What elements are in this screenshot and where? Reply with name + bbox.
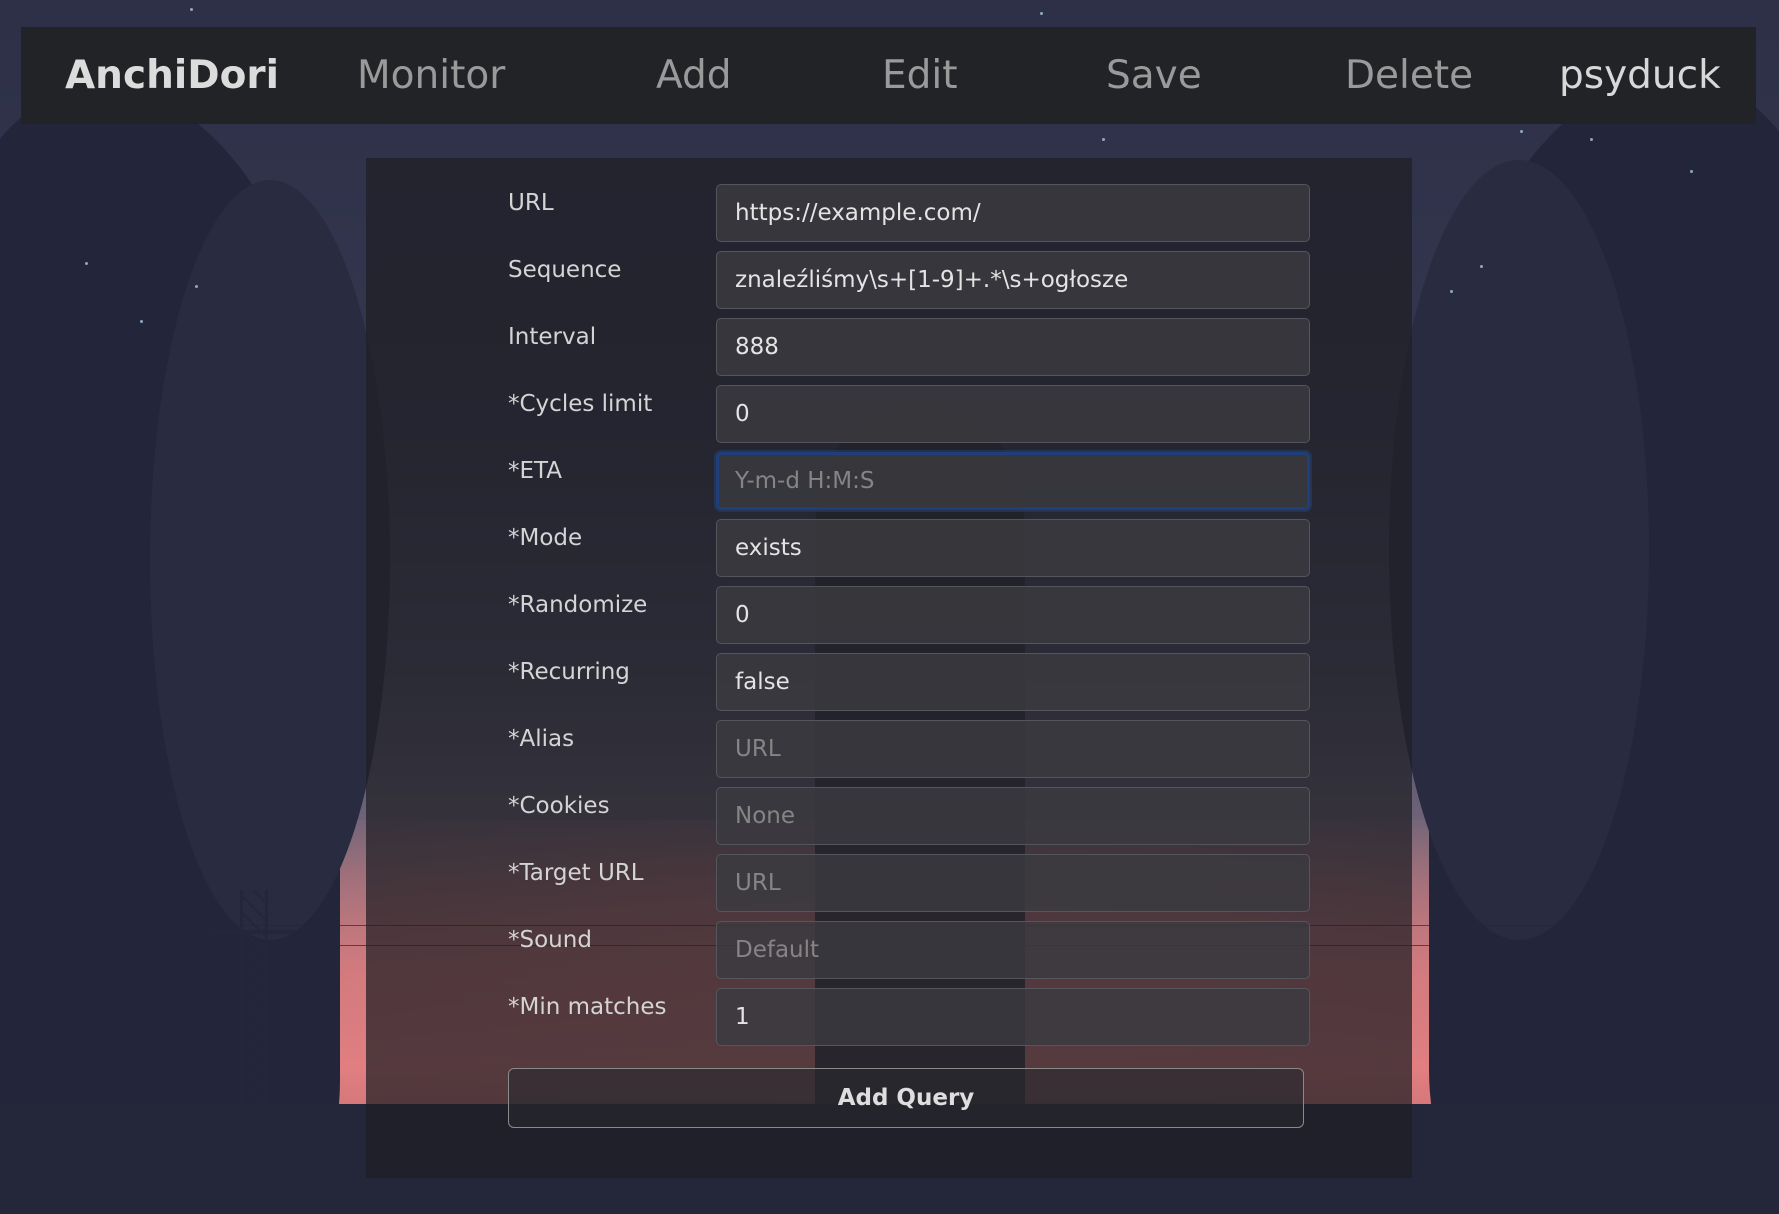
star (1690, 170, 1693, 173)
min-matches-label: *Min matches (508, 994, 667, 1020)
nav-delete-link[interactable]: Delete (1345, 53, 1473, 98)
star (1520, 130, 1523, 133)
recurring-row: *Recurring (508, 653, 1312, 711)
cycles-limit-input[interactable] (716, 385, 1310, 443)
nav-monitor-link[interactable]: Monitor (357, 53, 505, 98)
sequence-input[interactable] (716, 251, 1310, 309)
star (1480, 265, 1483, 268)
target-url-input[interactable] (716, 854, 1310, 912)
cookies-row: *Cookies (508, 787, 1312, 845)
min-matches-input[interactable] (716, 988, 1310, 1046)
recurring-label: *Recurring (508, 659, 630, 685)
right-tree-foliage (1389, 160, 1649, 940)
star (85, 262, 88, 265)
mode-label: *Mode (508, 525, 583, 551)
interval-label: Interval (508, 324, 597, 350)
star (1450, 290, 1453, 293)
star (1590, 138, 1593, 141)
star (195, 285, 198, 288)
add-query-button[interactable]: Add Query (508, 1068, 1304, 1128)
target-url-label: *Target URL (508, 860, 644, 886)
cookies-label: *Cookies (508, 793, 610, 819)
interval-input[interactable] (716, 318, 1310, 376)
target-url-row: *Target URL (508, 854, 1312, 912)
sound-input[interactable] (716, 921, 1310, 979)
cycles-limit-row: *Cycles limit (508, 385, 1312, 443)
left-tree-foliage (150, 180, 390, 940)
add-query-form: URL Sequence Interval *Cycles limit *ETA… (366, 158, 1412, 1178)
alias-row: *Alias (508, 720, 1312, 778)
randomize-label: *Randomize (508, 592, 648, 618)
url-input[interactable] (716, 184, 1310, 242)
star (1040, 12, 1043, 15)
url-row: URL (508, 184, 1312, 242)
min-matches-row: *Min matches (508, 988, 1312, 1046)
user-menu[interactable]: psyduck (1559, 53, 1721, 98)
eta-label: *ETA (508, 458, 563, 484)
nav-edit-link[interactable]: Edit (882, 53, 958, 98)
mode-row: *Mode (508, 519, 1312, 577)
sequence-row: Sequence (508, 251, 1312, 309)
mode-input[interactable] (716, 519, 1310, 577)
interval-row: Interval (508, 318, 1312, 376)
star (140, 320, 143, 323)
url-label: URL (508, 190, 554, 216)
cycles-limit-label: *Cycles limit (508, 391, 653, 417)
sound-label: *Sound (508, 927, 592, 953)
nav-add-link[interactable]: Add (656, 53, 732, 98)
eta-row: *ETA (508, 452, 1312, 510)
sequence-label: Sequence (508, 257, 622, 283)
sound-row: *Sound (508, 921, 1312, 979)
alias-label: *Alias (508, 726, 575, 752)
top-navbar: AnchiDori Monitor Add Edit Save Delete p… (21, 27, 1756, 124)
cookies-input[interactable] (716, 787, 1310, 845)
recurring-input[interactable] (716, 653, 1310, 711)
randomize-row: *Randomize (508, 586, 1312, 644)
star (1102, 138, 1105, 141)
brand-logo[interactable]: AnchiDori (65, 53, 279, 98)
nav-save-link[interactable]: Save (1106, 53, 1202, 98)
star (190, 8, 193, 11)
eta-input[interactable] (716, 452, 1310, 510)
randomize-input[interactable] (716, 586, 1310, 644)
alias-input[interactable] (716, 720, 1310, 778)
